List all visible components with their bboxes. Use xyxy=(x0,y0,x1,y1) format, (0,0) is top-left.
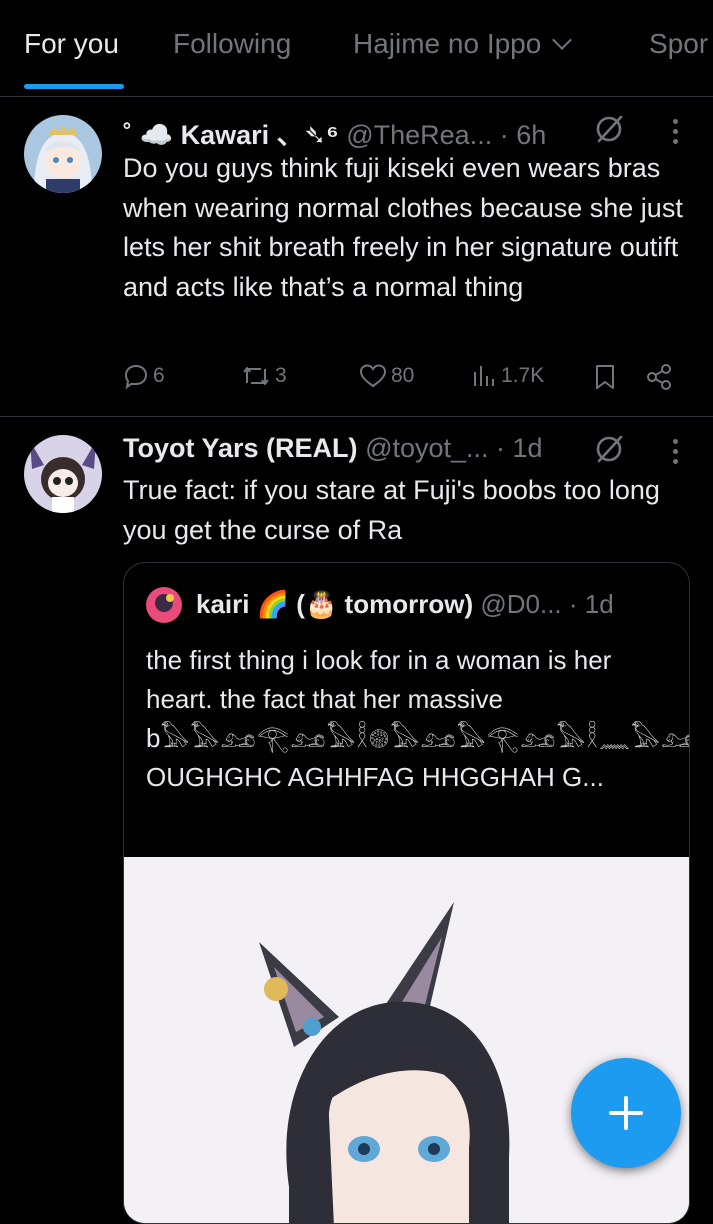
timeline-tabs: For you Following Hajime no Ippo Spor xyxy=(0,0,713,97)
repost-button[interactable]: 3 xyxy=(241,363,287,389)
timestamp[interactable]: · 6h xyxy=(500,120,547,150)
avatar[interactable] xyxy=(24,435,102,513)
view-count: 1.7K xyxy=(501,364,545,387)
share-button[interactable] xyxy=(645,363,673,391)
grok-icon[interactable] xyxy=(594,434,624,464)
hieroglyph-text: 𓅃𓅃𓃭𓂀𓃭𓅃𓎛𓊗𓅃𓃭𓅃𓂀𓃭𓅃𓎛𓈖𓅃𓃭𓅃𓂀𓃭𓅃𓎛 xyxy=(160,723,689,753)
like-button[interactable]: 80 xyxy=(359,363,414,389)
more-icon[interactable] xyxy=(673,119,679,149)
display-name[interactable]: ˚ ☁️ Kawari 、➴⁶ xyxy=(123,120,339,150)
bookmark-button[interactable] xyxy=(593,363,617,391)
reply-count: 6 xyxy=(153,364,165,387)
repost-count: 3 xyxy=(275,364,287,387)
active-tab-indicator xyxy=(24,84,124,89)
handle[interactable]: @TheRea... xyxy=(346,120,492,150)
quote-display-name[interactable]: kairi 🌈 (🎂 tomorrow) xyxy=(196,589,473,619)
quote-handle[interactable]: @D0... xyxy=(480,589,561,619)
grok-icon[interactable] xyxy=(594,114,624,144)
tab-hajime-label: Hajime no Ippo xyxy=(353,28,542,59)
tweet[interactable]: ˚ ☁️ Kawari 、➴⁶ @TheRea... · 6h Do you g… xyxy=(0,97,713,417)
avatar[interactable] xyxy=(24,115,102,193)
tweet-text: True fact: if you stare at Fuji's boobs … xyxy=(123,475,660,545)
repost-icon xyxy=(243,367,269,385)
like-icon xyxy=(359,364,387,388)
like-count: 80 xyxy=(391,364,415,387)
tweet-header: Toyot Yars (REAL) @toyot_... · 1d xyxy=(123,433,543,464)
tab-following[interactable]: Following xyxy=(173,28,291,60)
reply-icon xyxy=(124,364,148,389)
tab-hajime-no-ippo[interactable]: Hajime no Ippo xyxy=(353,28,573,60)
handle[interactable]: @toyot_... xyxy=(365,433,488,463)
quote-media-image[interactable] xyxy=(124,857,689,1223)
chevron-down-icon xyxy=(552,30,573,50)
quote-header: kairi 🌈 (🎂 tomorrow) @D0... · 1d xyxy=(196,589,614,620)
tweet-text: Do you guys think fuji kiseki even wears… xyxy=(123,153,683,302)
views-button[interactable]: 1.7K xyxy=(471,363,544,389)
views-icon xyxy=(474,366,494,386)
tweet-header: ˚ ☁️ Kawari 、➴⁶ @TheRea... · 6h xyxy=(123,113,546,152)
bookmark-icon xyxy=(596,365,614,389)
tweet-actions: 6 3 80 1.7K xyxy=(123,363,683,399)
quote-text: the first thing i look for in a woman is… xyxy=(146,641,689,797)
more-icon[interactable] xyxy=(673,439,679,469)
timestamp[interactable]: · 1d xyxy=(496,433,543,463)
quote-avatar[interactable] xyxy=(146,587,182,623)
display-name[interactable]: Toyot Yars (REAL) xyxy=(123,433,358,463)
tab-sports[interactable]: Spor xyxy=(649,28,708,60)
tab-for-you[interactable]: For you xyxy=(24,28,119,60)
quote-timestamp[interactable]: · 1d xyxy=(569,589,614,619)
compose-button[interactable] xyxy=(571,1058,681,1168)
reply-button[interactable]: 6 xyxy=(123,363,165,389)
share-icon xyxy=(647,364,671,390)
